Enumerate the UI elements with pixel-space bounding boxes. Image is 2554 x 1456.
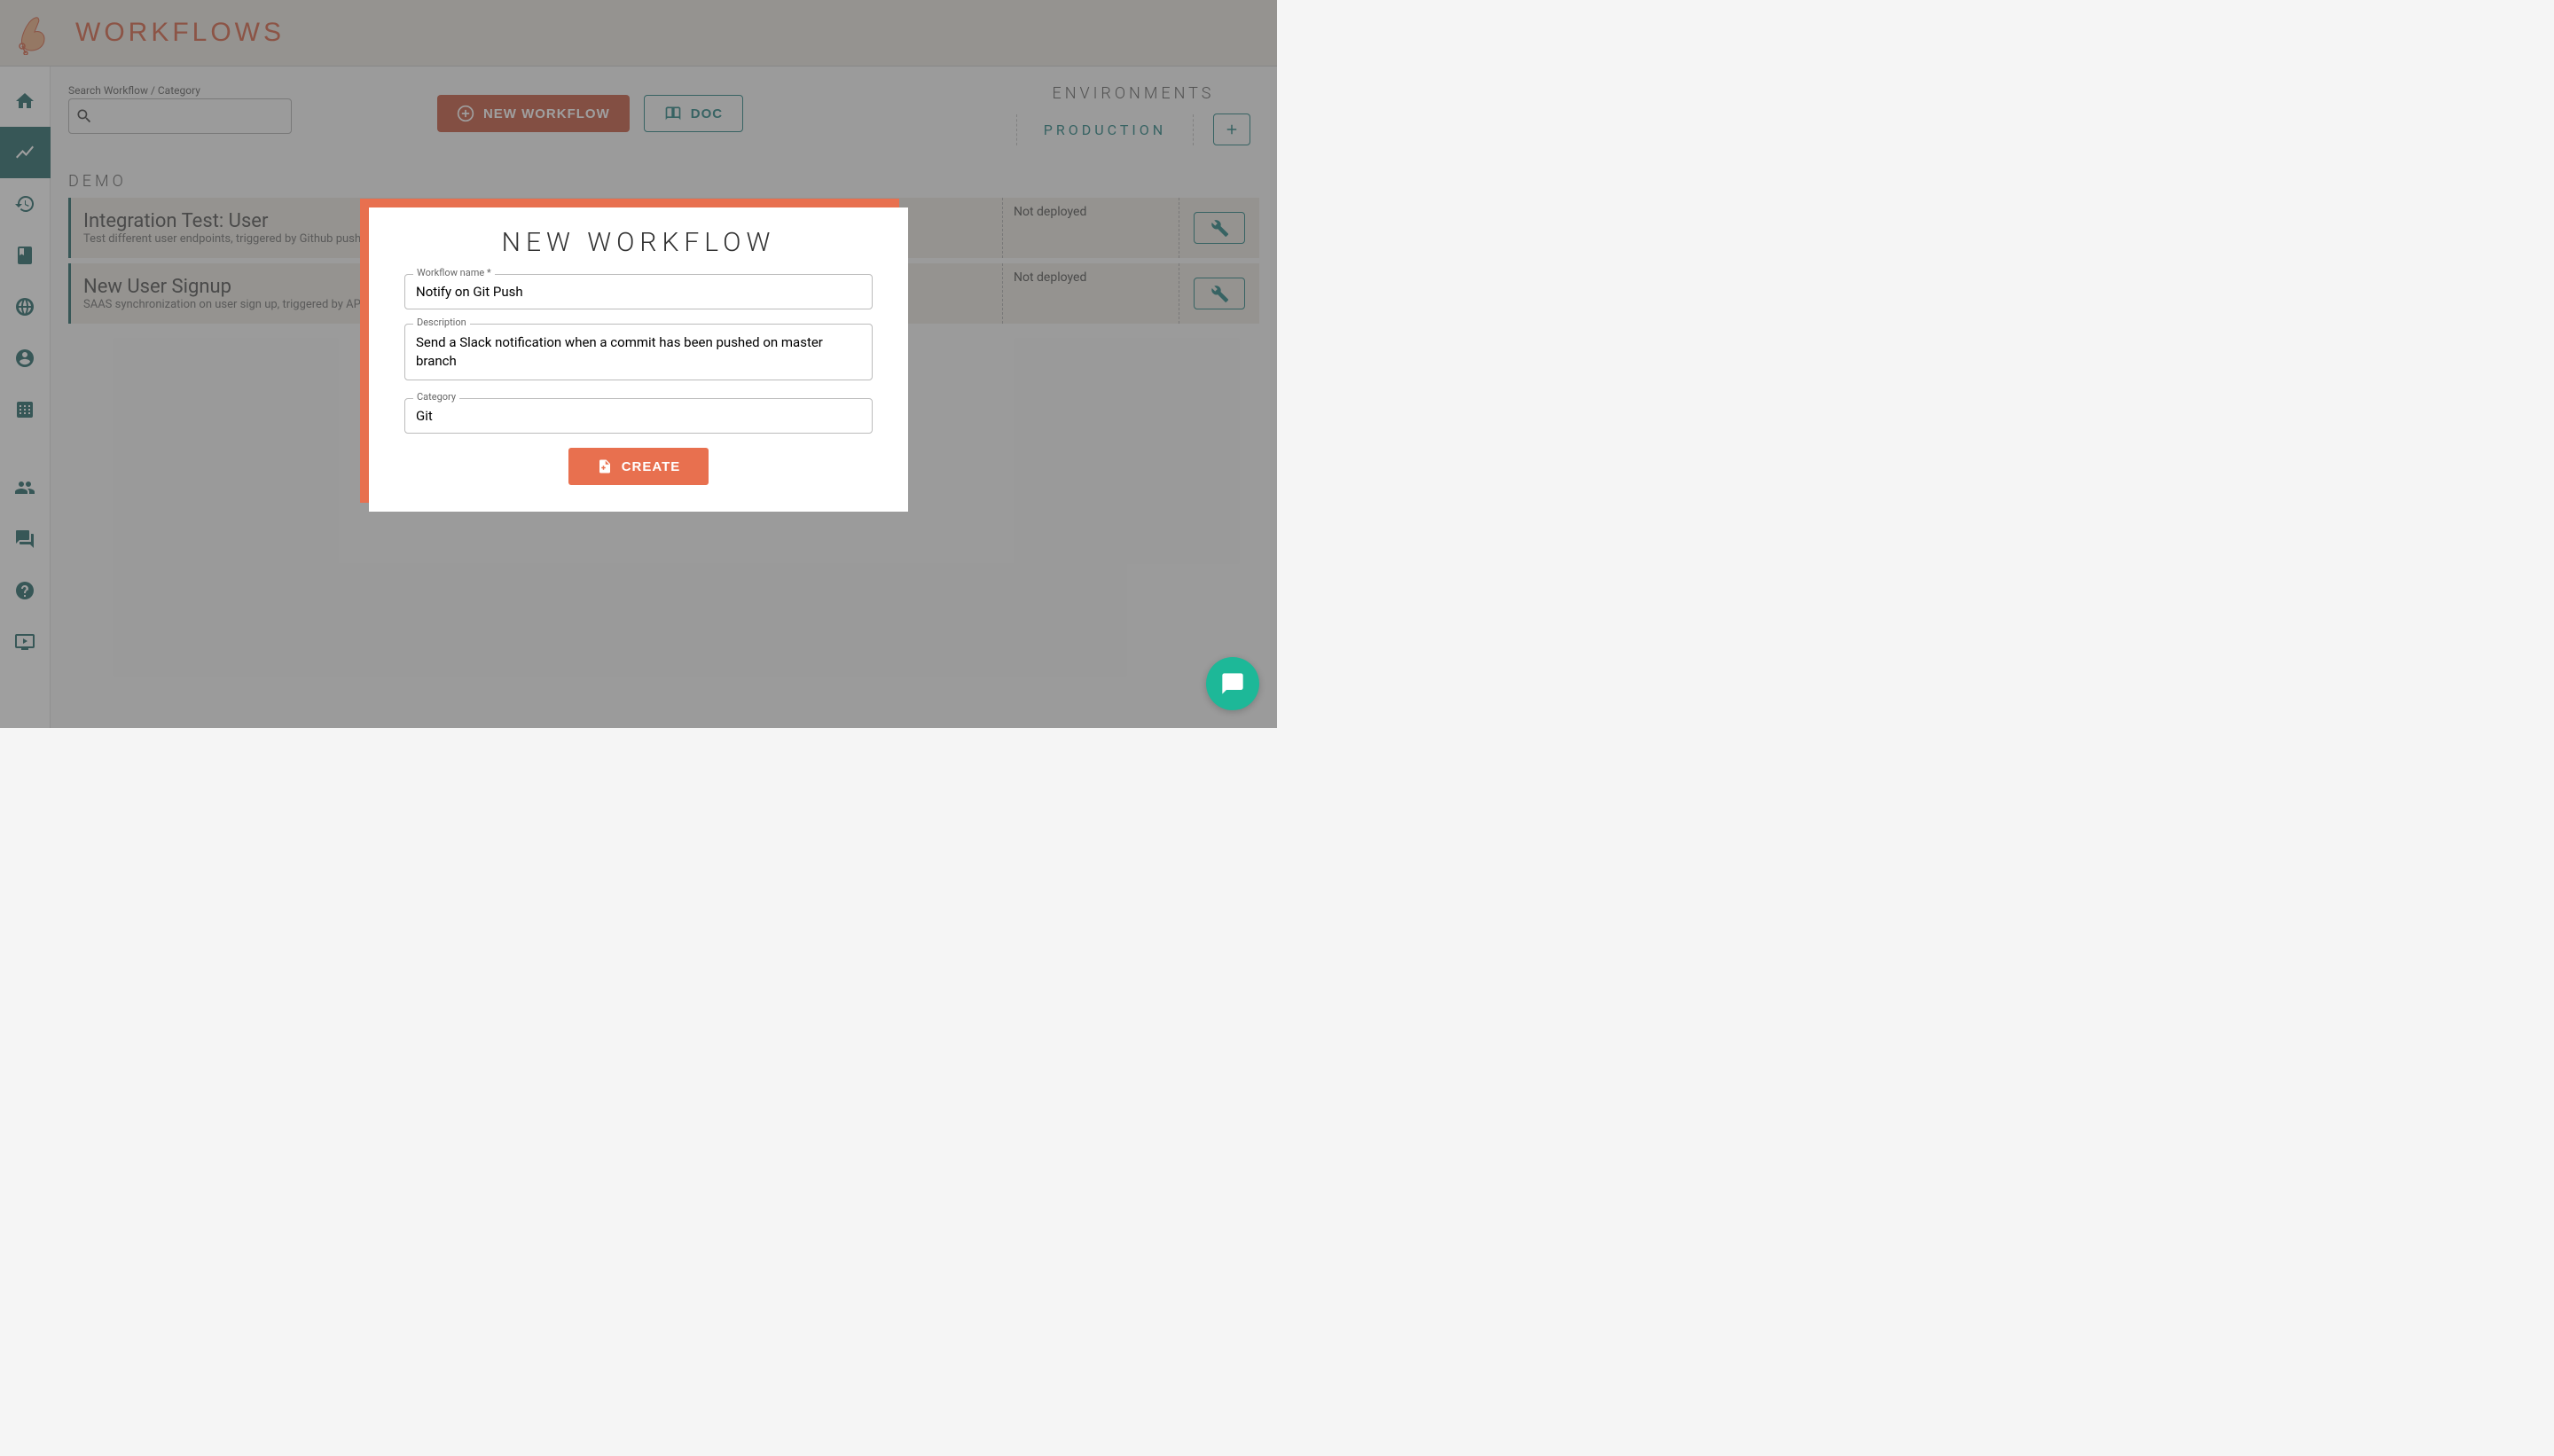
modal-title: NEW WORKFLOW [404,227,873,258]
file-plus-icon [597,458,613,474]
modal-overlay[interactable]: NEW WORKFLOW Workflow name * Description… [0,0,1277,728]
new-workflow-modal: NEW WORKFLOW Workflow name * Description… [369,207,908,512]
description-input[interactable] [404,324,873,380]
workflow-name-label: Workflow name * [413,267,495,278]
workflow-name-field: Workflow name * [404,274,873,309]
chat-fab[interactable] [1206,657,1259,710]
workflow-name-input[interactable] [404,274,873,309]
create-button[interactable]: CREATE [568,448,709,485]
description-label: Description [413,317,470,328]
description-field: Description [404,324,873,384]
category-label: Category [413,391,459,403]
category-input[interactable] [404,398,873,434]
create-label: CREATE [622,459,681,474]
modal-wrap: NEW WORKFLOW Workflow name * Description… [369,207,908,512]
category-field: Category [404,398,873,434]
chat-bubble-icon [1220,671,1245,696]
